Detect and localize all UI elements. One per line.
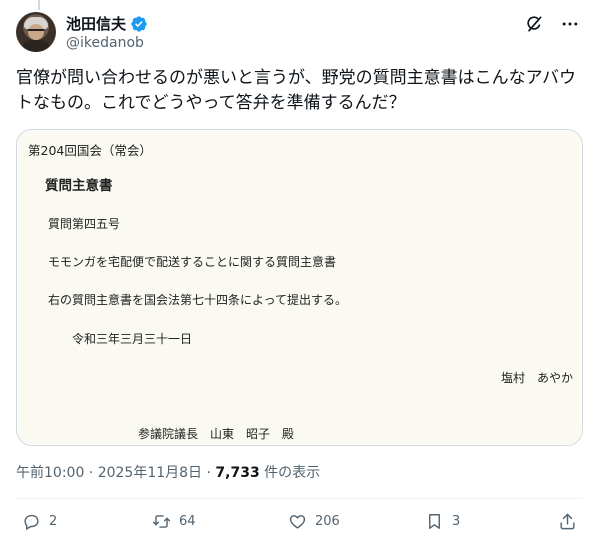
author-handle[interactable]: @ikedanob (66, 35, 144, 51)
doc-number: 質問第四五号 (48, 217, 121, 231)
author-name[interactable]: 池田信夫 (66, 13, 126, 34)
like-button[interactable]: 206 (288, 512, 340, 531)
repost-button[interactable]: 64 (152, 512, 196, 531)
doc-submitter: 塩村 あやか (500, 371, 573, 385)
tweet-meta: 午前10:00 · 2025年11月8日 · 7,733 件の表示 (16, 462, 320, 482)
timestamp[interactable]: 午前10:00 · 2025年11月8日 · (16, 465, 215, 481)
doc-addressee: 参議院議長 山東 昭子 殿 (138, 427, 295, 441)
views-count: 7,733 (215, 465, 260, 481)
reply-count: 2 (49, 514, 58, 529)
repost-icon (152, 515, 171, 528)
views-suffix: 件の表示 (259, 465, 321, 481)
tweet-text: 官僚が問い合わせるのが悪いと言うが、野党の質問主意書はこんなアバウトなもの。これ… (16, 68, 576, 113)
reply-icon (24, 514, 39, 531)
bookmark-button[interactable]: 3 (425, 512, 460, 531)
action-bar: 2 64 206 3 (16, 512, 582, 536)
bookmark-count: 3 (452, 514, 461, 529)
attached-image-card[interactable]: 第204回国会（常会） 質問主意書 質問第四五号 モモンガを宅配便で配送すること… (16, 129, 583, 446)
doc-title: 質問主意書 (45, 178, 113, 194)
like-count: 206 (315, 514, 340, 529)
doc-subject: モモンガを宅配便で配送することに関する質問主意書 (48, 255, 337, 269)
share-button[interactable] (558, 512, 577, 531)
doc-date: 令和三年三月三十一日 (72, 332, 193, 346)
avatar[interactable] (16, 12, 56, 52)
verified-badge-icon[interactable] (130, 15, 148, 33)
divider (16, 498, 582, 499)
reply-button[interactable]: 2 (22, 512, 57, 531)
grok-icon[interactable] (524, 14, 544, 34)
repost-count: 64 (179, 514, 196, 529)
doc-session: 第204回国会（常会） (28, 143, 152, 158)
top-actions (524, 14, 580, 34)
doc-statement: 右の質問主意書を国会法第七十四条によって提出する。 (48, 293, 348, 307)
author-name-row: 池田信夫 (66, 13, 148, 34)
document-image: 第204回国会（常会） 質問主意書 質問第四五号 モモンガを宅配便で配送すること… (18, 131, 581, 444)
bookmark-icon (429, 514, 440, 529)
thread-connector-line (38, 0, 40, 10)
share-icon (560, 513, 575, 530)
like-icon (289, 515, 306, 529)
more-icon[interactable] (560, 14, 580, 34)
